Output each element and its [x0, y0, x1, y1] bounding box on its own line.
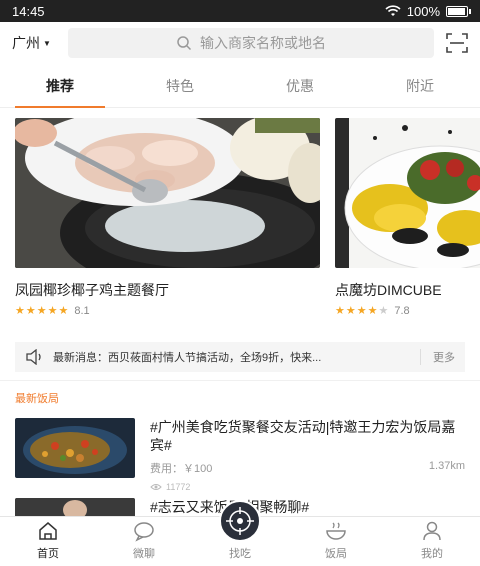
rating: ★ ★ ★ ★ ★ 8.1 — [15, 304, 320, 318]
wifi-icon — [385, 5, 401, 16]
star-icon: ★ — [345, 305, 356, 317]
top-bar: 广州 ▼ 输入商家名称或地名 — [0, 22, 480, 64]
battery-percent: 100% — [406, 3, 440, 19]
event-distance: 1.37km — [428, 460, 465, 472]
star-icon: ★ — [356, 305, 367, 317]
star-icon: ★ — [335, 305, 345, 317]
chat-icon — [134, 522, 154, 542]
rating: ★ ★ ★ ★ ★ 7.8 — [335, 304, 480, 318]
bowl-icon — [326, 522, 346, 540]
rating-value: 7.8 — [394, 304, 410, 317]
category-tabs: 推荐 特色 优惠 附近 — [0, 64, 480, 108]
tabbar-label: 首页 — [37, 548, 59, 560]
tabbar-chat[interactable]: 微聊 — [96, 517, 192, 566]
tab-special[interactable]: 特色 — [120, 64, 240, 107]
status-time: 14:45 — [12, 3, 45, 19]
tab-discount[interactable]: 优惠 — [240, 64, 360, 107]
speaker-icon — [26, 349, 41, 365]
city-label: 广州 — [12, 35, 40, 51]
restaurant-name: 点魔坊DIMCUBE — [335, 282, 442, 298]
caret-down-icon: ▼ — [43, 38, 51, 48]
search-input[interactable]: 输入商家名称或地名 — [68, 28, 434, 58]
tab-recommend[interactable]: 推荐 — [0, 64, 120, 108]
battery-icon — [446, 5, 471, 17]
divider — [0, 380, 480, 381]
tabbar-label: 我的 — [421, 548, 443, 560]
tabbar-label: 找吃 — [229, 548, 251, 560]
section-title: 最新饭局 — [15, 393, 59, 405]
tab-nearby[interactable]: 附近 — [360, 64, 480, 107]
target-icon — [219, 500, 261, 542]
tabbar-mine[interactable]: 我的 — [384, 517, 480, 566]
star-icon: ★ — [367, 305, 378, 317]
event-fee: 费用：￥100 — [150, 463, 213, 475]
featured-card[interactable]: 凤园椰珍椰子鸡主题餐厅 ★ ★ ★ ★ ★ 8.1 — [15, 118, 320, 317]
star-icon: ★ — [47, 305, 58, 317]
news-text: 最新消息：西贝莜面村情人节搞活动，全场9折，快来... — [53, 352, 322, 364]
star-empty-icon: ★ — [378, 305, 389, 317]
star-half-icon: ★ — [58, 305, 69, 317]
star-icon: ★ — [36, 305, 47, 317]
eye-icon — [150, 484, 162, 490]
star-icon: ★ — [25, 305, 36, 317]
status-bar: 14:45 100% — [0, 0, 480, 22]
featured-carousel[interactable]: 凤园椰珍椰子鸡主题餐厅 ★ ★ ★ ★ ★ 8.1 点魔坊DIMCUBE ★ ★… — [15, 118, 480, 318]
list-item[interactable]: #广州美食吃货聚餐交友活动|特邀王力宏为饭局嘉宾# 费用：￥100 1.37km… — [15, 418, 465, 492]
tabbar-label: 饭局 — [325, 548, 347, 560]
search-placeholder: 输入商家名称或地名 — [200, 35, 326, 51]
news-more-link[interactable]: 更多 — [420, 349, 455, 365]
event-title: #广州美食吃货聚餐交友活动|特邀王力宏为饭局嘉宾# — [150, 419, 456, 453]
bottom-tab-bar: 首页 微聊 找吃 饭局 我的 — [0, 500, 480, 566]
rating-value: 8.1 — [74, 304, 90, 317]
tabbar-find-food[interactable]: 找吃 — [192, 500, 288, 566]
event-title: #志云又来饭局|相聚畅聊# — [150, 498, 465, 516]
city-selector[interactable]: 广州 ▼ — [12, 33, 68, 53]
news-ticker[interactable]: 最新消息：西贝莜面村情人节搞活动，全场9折，快来... 更多 — [15, 342, 465, 372]
restaurant-name: 凤园椰珍椰子鸡主题餐厅 — [15, 282, 169, 298]
person-icon — [423, 521, 441, 541]
restaurant-photo — [335, 118, 480, 268]
tabbar-home[interactable]: 首页 — [0, 517, 96, 566]
search-icon — [177, 36, 192, 51]
event-views: 11772 — [166, 482, 191, 492]
tabbar-meal[interactable]: 饭局 — [288, 517, 384, 566]
home-icon — [39, 522, 57, 540]
event-photo — [15, 418, 135, 478]
tabbar-label: 微聊 — [133, 548, 155, 560]
scan-icon[interactable] — [446, 32, 468, 54]
restaurant-photo — [15, 118, 320, 268]
featured-card[interactable]: 点魔坊DIMCUBE ★ ★ ★ ★ ★ 7.8 — [335, 118, 480, 317]
star-icon: ★ — [15, 305, 25, 317]
